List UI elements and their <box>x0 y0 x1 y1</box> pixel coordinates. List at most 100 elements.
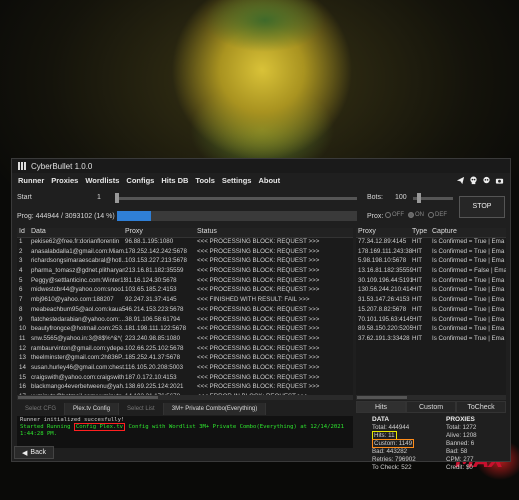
cell-id: 16 <box>19 383 26 391</box>
stat-cpm: CPM: 277 <box>446 456 474 463</box>
hits-col-type[interactable]: Type <box>412 228 432 237</box>
hits-col-proxy[interactable]: Proxy <box>356 228 412 237</box>
tab-hits[interactable]: Hits <box>356 401 406 413</box>
cell-status: <<< PROCESSING BLOCK: REQUEST >>> <box>197 383 320 391</box>
hit-cell-proxy: 77.34.12.89:4145 <box>358 238 407 245</box>
cell-status: <<< PROCESSING BLOCK: REQUEST >>> <box>197 354 320 362</box>
hit-cell-type: HIT <box>412 257 422 265</box>
cell-id: 14 <box>19 363 26 371</box>
hits-grid-scrollbar[interactable] <box>356 395 506 400</box>
tab-custom[interactable]: Custom <box>406 401 456 413</box>
col-id[interactable]: Id <box>17 228 31 237</box>
progress-fill <box>117 211 151 221</box>
hit-cell-capture: Is Confirmed = True | Ema <box>432 276 505 284</box>
cell-data: mbj9610@yahoo.com:188207 <box>31 296 114 304</box>
cell-data: snw.5565@yahoo.in:3@8$%^&*( <box>31 334 123 342</box>
cell-status: <<< PROCESSING BLOCK: REQUEST >>> <box>197 276 320 284</box>
table-row[interactable]: 9 flatchestedarabian@yahoo.com:... 38.91.1… <box>17 316 353 326</box>
cell-data: theelminster@gmail.com:2h836P... <box>31 354 125 362</box>
start-slider-thumb[interactable] <box>115 193 119 203</box>
hit-row[interactable]: 37.62.191.3:33428 HIT Is Confirmed = True … <box>356 335 506 345</box>
hit-row[interactable]: 178.169.111.243:38... HIT Is Confirmed = T… <box>356 248 506 258</box>
hit-row[interactable]: 89.58.150.220:52057 HIT Is Confirmed = Tru… <box>356 325 506 335</box>
selected-wordlist[interactable]: 3M+ Private Combo(Everything) <box>163 403 267 415</box>
cell-id: 6 <box>19 286 23 294</box>
table-row[interactable]: 2 anasalabdalla1@gmail.com:Miam... 178.252… <box>17 248 353 258</box>
hit-cell-capture: Is Confirmed = False | Ema <box>432 267 506 275</box>
table-row[interactable]: 10 beautyfrongce@hotmail.com:253... 181.19… <box>17 325 353 335</box>
cell-data: beautyfrongce@hotmail.com:253... <box>31 325 125 333</box>
config-tabs: Select CFG Plex.tv Config Select List 3M… <box>17 403 353 415</box>
cell-proxy: 138.69.225.124:2021 <box>125 383 184 391</box>
stats-panel: DATA Total: 444944 Hits: 11 Custom: 1149… <box>356 416 506 476</box>
hit-row[interactable]: 15.207.8.82:5678 HIT Is Confirmed = True |… <box>356 306 506 316</box>
cell-proxy: 92.247.31.37:4145 <box>125 296 177 304</box>
hit-row[interactable]: 13.16.81.182:35559 HIT Is Confirmed = Fals… <box>356 267 506 277</box>
cell-proxy: 187.0.172.10:4153 <box>125 373 177 381</box>
select-cfg-button[interactable]: Select CFG <box>17 403 66 415</box>
table-row[interactable]: 5 Peggy@settlanticinc.com:Winter15 81.16.1… <box>17 277 353 287</box>
table-row[interactable]: 16 blackmango4everbetweenu@yah... 138.69.2… <box>17 383 353 393</box>
cell-status: <<< FINISHED WITH RESULT: FAIL >>> <box>197 296 310 304</box>
hit-row[interactable]: 30.109.196.44:51916 HIT Is Confirmed = Tru… <box>356 277 506 287</box>
col-status[interactable]: Status <box>197 228 351 237</box>
hit-row[interactable]: 31.53.147.26:4153 HIT Is Confirmed = True … <box>356 296 506 306</box>
table-row[interactable]: 14 susan.hurley46@gmail.com:chest... 116.1… <box>17 364 353 374</box>
table-row[interactable]: 12 rambaurvinton@gmail.com:ydepe... 102.66… <box>17 345 353 355</box>
stat-bad: Bad: 443282 <box>372 448 408 455</box>
cell-data: pharma_tomasz@gdnet.plitharyan... <box>31 267 125 275</box>
cell-status: <<< PROCESSING BLOCK: REQUEST >>> <box>197 267 320 275</box>
back-button[interactable]: ◀ Back <box>14 446 54 459</box>
bots-value: 100 <box>395 194 407 201</box>
start-slider[interactable] <box>117 197 357 200</box>
hits-col-capture[interactable]: Capture <box>432 228 506 237</box>
stop-button[interactable]: STOP <box>459 196 505 218</box>
bots-label: Bots: <box>367 194 383 201</box>
selected-config[interactable]: Plex.tv Config <box>65 403 120 415</box>
hit-cell-capture: Is Confirmed = True | Ema <box>432 286 505 294</box>
table-row[interactable]: 8 meabeachbum95@aol.com:kaua5 46.214.153.2… <box>17 306 353 316</box>
hits-grid-body: 77.34.12.89:4145 HIT Is Confirmed = True |… <box>356 238 506 345</box>
log-config-highlight: Config Plex.tv <box>73 423 126 431</box>
start-label: Start <box>17 194 32 201</box>
hit-row[interactable]: 77.34.12.89:4145 HIT Is Confirmed = True |… <box>356 238 506 248</box>
cell-status: <<< PROCESSING BLOCK: REQUEST >>> <box>197 315 320 323</box>
table-row[interactable]: 15 craigswith@yahoo.com:craigswith 187.0.1… <box>17 374 353 384</box>
hit-cell-capture: Is Confirmed = True | Ema <box>432 334 505 342</box>
col-data[interactable]: Data <box>31 228 125 237</box>
cell-proxy: 96.88.1.195:1080 <box>125 238 174 245</box>
hits-grid: Proxy Type Capture 77.34.12.89:4145 HIT Is… <box>356 228 506 398</box>
select-list-button[interactable]: Select List <box>119 403 164 415</box>
proxy-on-radio[interactable]: ON <box>408 212 424 218</box>
hit-cell-proxy: 89.58.150.220:52057 <box>358 325 412 333</box>
hit-cell-proxy: 30.109.196.44:51916 <box>358 276 412 284</box>
data-grid: Id Data Proxy Status 1 pekise62@free.fr:d… <box>17 228 353 398</box>
table-row[interactable]: 11 snw.5565@yahoo.in:3@8$%^&*(223.240.98.… <box>17 335 353 345</box>
table-row[interactable]: 1 pekise62@free.fr:dorianflorentin 96.88.1… <box>17 238 353 248</box>
cell-status: <<< PROCESSING BLOCK: REQUEST >>> <box>197 373 320 381</box>
cell-data: meabeachbum95@aol.com:kaua5 <box>31 305 125 313</box>
hit-row[interactable]: 130.56.244.210:4145 HIT Is Confirmed = Tru… <box>356 286 506 296</box>
cell-data: craigswith@yahoo.com:craigswith <box>31 373 125 381</box>
cell-id: 9 <box>19 315 23 323</box>
table-row[interactable]: 13 theelminster@gmail.com:2h836P... 185.25… <box>17 354 353 364</box>
cell-data: rambaurvinton@gmail.com:ydepe... <box>31 344 125 352</box>
bots-slider-thumb[interactable] <box>417 193 421 203</box>
cell-proxy: 116.105.20.208:5003 <box>125 363 184 371</box>
table-row[interactable]: 7 mbj9610@yahoo.com:188207 92.247.31.37:41… <box>17 296 353 306</box>
cell-id: 2 <box>19 247 23 255</box>
proxy-off-radio[interactable]: OFF <box>385 212 404 218</box>
cell-status: <<< PROCESSING BLOCK: REQUEST >>> <box>197 305 320 313</box>
hit-row[interactable]: 5.98.198.10:5678 HIT Is Confirmed = True |… <box>356 257 506 267</box>
tab-tocheck[interactable]: ToCheck <box>456 401 506 413</box>
table-row[interactable]: 4 pharma_tomasz@gdnet.plitharyan... 213.16… <box>17 267 353 277</box>
hit-row[interactable]: 70.101.195.63:4145 HIT Is Confirmed = True… <box>356 316 506 326</box>
cell-id: 15 <box>19 373 26 381</box>
data-grid-scrollbar[interactable] <box>17 395 353 400</box>
proxy-def-radio[interactable]: DEF <box>428 212 447 218</box>
table-row[interactable]: 6 midwestcbr44@yahoo.com:snoo1... 103.65.1… <box>17 286 353 296</box>
table-row[interactable]: 3 richardsongsimaraescabral@hotl... 103.15… <box>17 257 353 267</box>
proxy-stats-title: PROXIES <box>446 416 475 423</box>
col-proxy[interactable]: Proxy <box>125 228 197 237</box>
cell-id: 5 <box>19 276 23 284</box>
